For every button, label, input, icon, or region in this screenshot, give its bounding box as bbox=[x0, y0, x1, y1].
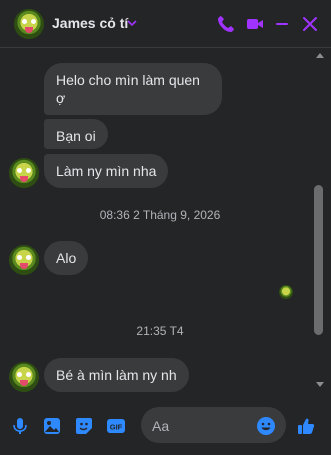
message-bubble[interactable]: Helo cho mìn làm quen ợ bbox=[44, 63, 222, 115]
svg-text:GIF: GIF bbox=[110, 423, 123, 432]
timestamp: 08:36 2 Tháng 9, 2026 bbox=[99, 208, 221, 222]
message-bubble[interactable]: Bạn oi bbox=[44, 119, 108, 149]
minimize-icon[interactable] bbox=[272, 14, 292, 34]
scrollbar-thumb[interactable] bbox=[314, 185, 323, 335]
seen-avatar bbox=[279, 285, 293, 299]
message-bubble[interactable]: Alo bbox=[44, 241, 89, 275]
contact-name[interactable]: James cỏ tí bbox=[52, 15, 128, 31]
sender-avatar bbox=[9, 245, 39, 275]
message-text: Bé à mìn làm ny nh bbox=[56, 367, 177, 383]
gif-icon[interactable]: GIF bbox=[106, 416, 126, 436]
image-icon[interactable] bbox=[42, 416, 62, 436]
video-icon[interactable] bbox=[245, 14, 265, 34]
message-list[interactable]: Helo cho mìn làm quen ợ Bạn oi Làm ny mì… bbox=[0, 49, 331, 395]
chevron-down-icon[interactable] bbox=[127, 18, 137, 28]
scroll-down-icon[interactable] bbox=[315, 381, 325, 389]
sender-avatar bbox=[9, 158, 39, 188]
chat-header: James cỏ tí bbox=[0, 0, 331, 48]
mic-icon[interactable] bbox=[10, 416, 30, 436]
phone-icon[interactable] bbox=[216, 14, 236, 34]
scroll-up-icon[interactable] bbox=[315, 51, 325, 59]
sticker-icon[interactable] bbox=[74, 416, 94, 436]
message-text: Bạn oi bbox=[56, 128, 96, 144]
message-text: Helo cho mìn làm quen bbox=[56, 72, 200, 88]
emoji-icon[interactable] bbox=[256, 416, 276, 436]
timestamp: 21:35 T4 bbox=[136, 324, 184, 338]
message-bubble[interactable]: Bé à mìn làm ny nh bbox=[44, 358, 189, 392]
sender-avatar bbox=[9, 362, 39, 392]
message-text: ợ bbox=[56, 90, 66, 106]
message-text: Alo bbox=[56, 250, 77, 266]
message-input-placeholder: Aa bbox=[152, 418, 170, 434]
message-bubble[interactable]: Làm ny mìn nha bbox=[44, 154, 169, 188]
like-icon[interactable] bbox=[296, 416, 316, 436]
contact-avatar[interactable] bbox=[14, 9, 44, 39]
message-text: Làm ny mìn nha bbox=[56, 163, 157, 179]
close-icon[interactable] bbox=[300, 14, 320, 34]
